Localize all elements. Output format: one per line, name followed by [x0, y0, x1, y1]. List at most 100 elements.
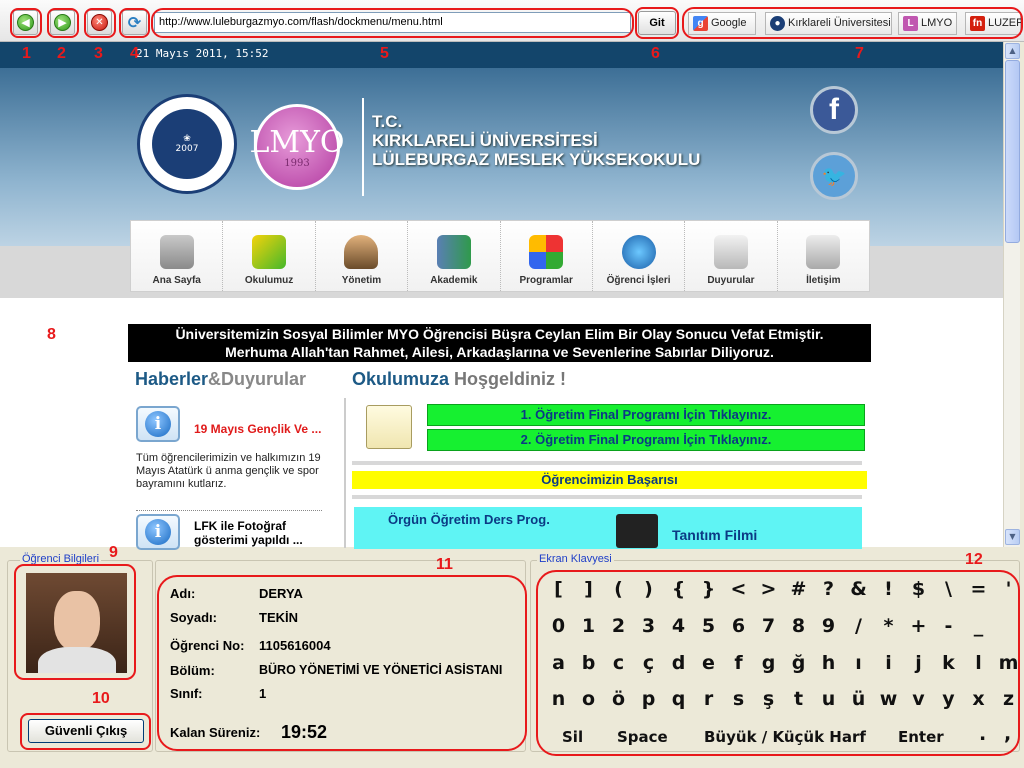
- menu-item-iletisim[interactable]: İletişim: [778, 221, 869, 291]
- news-title[interactable]: LFK ile Fotoğraf gösterimi yapıldı ...: [194, 519, 324, 547]
- keyboard-key[interactable]: }: [696, 578, 721, 600]
- keyboard-key[interactable]: \: [936, 578, 961, 600]
- keyboard-key[interactable]: (: [606, 578, 631, 600]
- keyboard-key[interactable]: ı: [846, 652, 871, 674]
- bookmark-kirklareli[interactable]: ● Kırklareli Üniversitesi: [765, 12, 892, 35]
- forward-button[interactable]: ▶: [50, 10, 75, 35]
- facebook-icon[interactable]: f: [810, 86, 858, 134]
- keyboard-key[interactable]: j: [906, 652, 931, 674]
- keyboard-key[interactable]: w: [876, 688, 901, 710]
- bookmark-google[interactable]: g Google: [688, 12, 756, 35]
- keyboard-key[interactable]: *: [876, 615, 901, 637]
- keyboard-key[interactable]: $: [906, 578, 931, 600]
- safe-exit-button[interactable]: Güvenli Çıkış: [28, 719, 144, 743]
- keyboard-key[interactable]: r: [696, 688, 721, 710]
- menu-item-programlar[interactable]: Programlar: [501, 221, 593, 291]
- keyboard-key[interactable]: e: [696, 652, 721, 674]
- keyboard-key[interactable]: i: [876, 652, 901, 674]
- bookmark-lmyo[interactable]: L LMYO: [898, 12, 957, 35]
- keyboard-key[interactable]: 8: [786, 615, 811, 637]
- keyboard-key[interactable]: l: [966, 652, 991, 674]
- keyboard-key[interactable]: 7: [756, 615, 781, 637]
- menu-item-duyurular[interactable]: Duyurular: [685, 221, 778, 291]
- keyboard-key[interactable]: /: [846, 615, 871, 637]
- schedule-link[interactable]: Örgün Öğretim Ders Prog.: [388, 512, 550, 527]
- keyboard-key[interactable]: m: [996, 652, 1021, 674]
- keyboard-key[interactable]: f: [726, 652, 751, 674]
- keyboard-key[interactable]: _: [966, 615, 991, 637]
- bookmark-luzep[interactable]: fn LUZEP: [965, 12, 1023, 35]
- scroll-down-icon[interactable]: ▼: [1005, 529, 1020, 545]
- twitter-icon[interactable]: 🐦: [810, 152, 858, 200]
- menu-item-okulumuz[interactable]: Okulumuz: [223, 221, 316, 291]
- keyboard-key[interactable]: ?: [816, 578, 841, 600]
- keyboard-key[interactable]: ş: [756, 688, 781, 710]
- success-banner[interactable]: Öğrencimizin Başarısı: [352, 471, 867, 489]
- film-link[interactable]: Tanıtım Filmi: [672, 527, 757, 543]
- key-comma[interactable]: ,: [1004, 723, 1011, 745]
- keyboard-key[interactable]: x: [966, 688, 991, 710]
- keyboard-key[interactable]: t: [786, 688, 811, 710]
- program-link-1[interactable]: 1. Öğretim Final Programı İçin Tıklayını…: [427, 404, 865, 426]
- keyboard-key[interactable]: d: [666, 652, 691, 674]
- keyboard-key[interactable]: o: [576, 688, 601, 710]
- keyboard-key[interactable]: !: [876, 578, 901, 600]
- keyboard-key[interactable]: 1: [576, 615, 601, 637]
- key-period[interactable]: .: [979, 723, 986, 745]
- keyboard-key[interactable]: g: [756, 652, 781, 674]
- stop-button[interactable]: ✕: [87, 10, 112, 35]
- keyboard-key[interactable]: u: [816, 688, 841, 710]
- keyboard-key[interactable]: >: [756, 578, 781, 600]
- keyboard-key[interactable]: ]: [576, 578, 601, 600]
- keyboard-key[interactable]: y: [936, 688, 961, 710]
- keyboard-key[interactable]: v: [906, 688, 931, 710]
- menu-item-ogrenci-isleri[interactable]: Öğrenci İşleri: [593, 221, 686, 291]
- menu-item-ana-sayfa[interactable]: Ana Sayfa: [131, 221, 224, 291]
- keyboard-key[interactable]: q: [666, 688, 691, 710]
- keyboard-key[interactable]: -: [936, 615, 961, 637]
- keyboard-key[interactable]: p: [636, 688, 661, 710]
- keyboard-key[interactable]: +: [906, 615, 931, 637]
- keyboard-key[interactable]: z: [996, 688, 1021, 710]
- key-delete[interactable]: Sil: [562, 728, 583, 746]
- keyboard-key[interactable]: 4: [666, 615, 691, 637]
- keyboard-key[interactable]: ö: [606, 688, 631, 710]
- news-item[interactable]: i 19 Mayıs Gençlik Ve ... Tüm öğrenciler…: [136, 406, 326, 511]
- keyboard-key[interactable]: <: [726, 578, 751, 600]
- keyboard-key[interactable]: k: [936, 652, 961, 674]
- keyboard-key[interactable]: h: [816, 652, 841, 674]
- keyboard-key[interactable]: 6: [726, 615, 751, 637]
- keyboard-key[interactable]: ğ: [786, 652, 811, 674]
- keyboard-key[interactable]: a: [546, 652, 571, 674]
- keyboard-key[interactable]: =: [966, 578, 991, 600]
- keyboard-key[interactable]: {: [666, 578, 691, 600]
- keyboard-key[interactable]: ': [996, 578, 1021, 600]
- keyboard-key[interactable]: c: [606, 652, 631, 674]
- keyboard-key[interactable]: [: [546, 578, 571, 600]
- key-case-toggle[interactable]: Büyük / Küçük Harf: [704, 728, 866, 746]
- scrollbar-thumb[interactable]: [1005, 60, 1020, 243]
- keyboard-key[interactable]: ): [636, 578, 661, 600]
- key-space[interactable]: Space: [617, 728, 668, 746]
- news-item[interactable]: i LFK ile Fotoğraf gösterimi yapıldı ...: [136, 514, 326, 554]
- back-button[interactable]: ◀: [13, 10, 38, 35]
- refresh-button[interactable]: ⟳: [122, 10, 147, 35]
- keyboard-key[interactable]: &: [846, 578, 871, 600]
- keyboard-key[interactable]: 0: [546, 615, 571, 637]
- keyboard-key[interactable]: 2: [606, 615, 631, 637]
- keyboard-key[interactable]: n: [546, 688, 571, 710]
- program-link-2[interactable]: 2. Öğretim Final Programı İçin Tıklayını…: [427, 429, 865, 451]
- keyboard-key[interactable]: 9: [816, 615, 841, 637]
- menu-item-akademik[interactable]: Akademik: [408, 221, 501, 291]
- key-enter[interactable]: Enter: [898, 728, 944, 746]
- go-button[interactable]: Git: [638, 11, 676, 35]
- keyboard-key[interactable]: ç: [636, 652, 661, 674]
- keyboard-key[interactable]: 3: [636, 615, 661, 637]
- vertical-scrollbar[interactable]: ▲ ▼: [1003, 42, 1020, 547]
- scroll-up-icon[interactable]: ▲: [1005, 43, 1020, 59]
- address-bar[interactable]: http://www.luleburgazmyo.com/flash/dockm…: [154, 12, 631, 33]
- news-title[interactable]: 19 Mayıs Gençlik Ve ...: [194, 422, 324, 436]
- keyboard-key[interactable]: b: [576, 652, 601, 674]
- keyboard-key[interactable]: ü: [846, 688, 871, 710]
- menu-item-yonetim[interactable]: Yönetim: [316, 221, 409, 291]
